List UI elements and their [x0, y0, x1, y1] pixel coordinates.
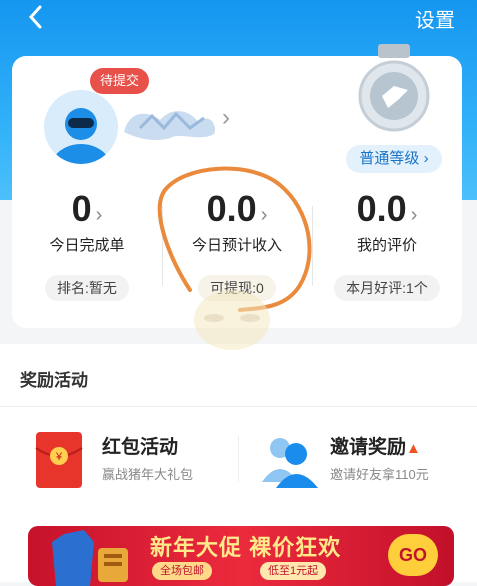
banner-tag: 全场包邮	[152, 562, 212, 580]
stat-sub: 排名:暂无	[45, 275, 129, 301]
section-title: 奖励活动	[20, 371, 88, 390]
winter-clothing-icon	[52, 530, 128, 586]
svg-text:¥: ¥	[55, 451, 63, 463]
profile-chevron-icon[interactable]: ›	[222, 104, 230, 132]
go-button[interactable]: GO	[388, 534, 438, 576]
level-label: 普通等级	[359, 150, 420, 167]
profile-card: 待提交 › 普通等级 › 0 › 今日完成单 排名:暂无 0.0 › 今日预计收入 …	[12, 44, 462, 328]
stat-value: 0	[71, 188, 92, 229]
stat-completed[interactable]: 0 › 今日完成单 排名:暂无	[12, 188, 162, 301]
stat-value: 0.0	[206, 188, 257, 229]
stat-label: 今日完成单	[49, 237, 125, 254]
promo-banner[interactable]: 新年大促 裸价狂欢 全场包邮 低至1元起 GO	[28, 526, 454, 586]
level-badge[interactable]: 普通等级 ›	[346, 145, 442, 173]
pending-badge: 待提交	[90, 68, 150, 94]
promo-title: 邀请奖励▲	[330, 432, 421, 459]
chevron-right-icon: ›	[260, 204, 268, 226]
settings-button[interactable]: 设置	[415, 4, 455, 33]
avatar[interactable]	[44, 90, 118, 164]
rewards-section: 奖励活动 ¥ 红包活动 赢战猪年大礼包 邀请奖励▲ 邀请好友拿110元 新年大促…	[0, 344, 477, 586]
stat-income[interactable]: 0.0 › 今日预计收入 可提现:0	[162, 188, 312, 301]
invite-promo[interactable]: 邀请奖励▲ 邀请好友拿110元	[236, 426, 466, 496]
chevron-right-icon: ›	[410, 204, 418, 226]
blurred-name	[124, 111, 216, 140]
stat-rating[interactable]: 0.0 › 我的评价 本月好评:1个	[312, 188, 462, 301]
red-packet-promo[interactable]: ¥ 红包活动 赢战猪年大礼包	[8, 426, 238, 496]
stat-sub: 本月好评:1个	[334, 275, 440, 301]
banner-tag: 低至1元起	[260, 562, 327, 580]
chevron-right-icon: ›	[95, 204, 103, 226]
promo-subtitle: 邀请好友拿110元	[330, 467, 429, 482]
banner-title: 新年大促 裸价狂欢	[150, 535, 342, 560]
stat-sub: 可提现:0	[198, 275, 276, 301]
red-packet-icon: ¥	[35, 432, 83, 488]
fire-icon: ▲	[406, 440, 421, 457]
promo-subtitle: 赢战猪年大礼包	[102, 467, 194, 482]
medal-icon[interactable]	[354, 44, 434, 140]
stat-label: 今日预计收入	[191, 237, 282, 254]
divider	[0, 406, 477, 407]
promo-title-text: 邀请奖励	[330, 437, 407, 458]
stat-value: 0.0	[356, 188, 407, 229]
back-arrow-icon[interactable]	[22, 2, 52, 32]
invite-users-icon	[262, 438, 318, 488]
stat-label: 我的评价	[356, 237, 417, 254]
promo-title: 红包活动	[102, 437, 179, 458]
